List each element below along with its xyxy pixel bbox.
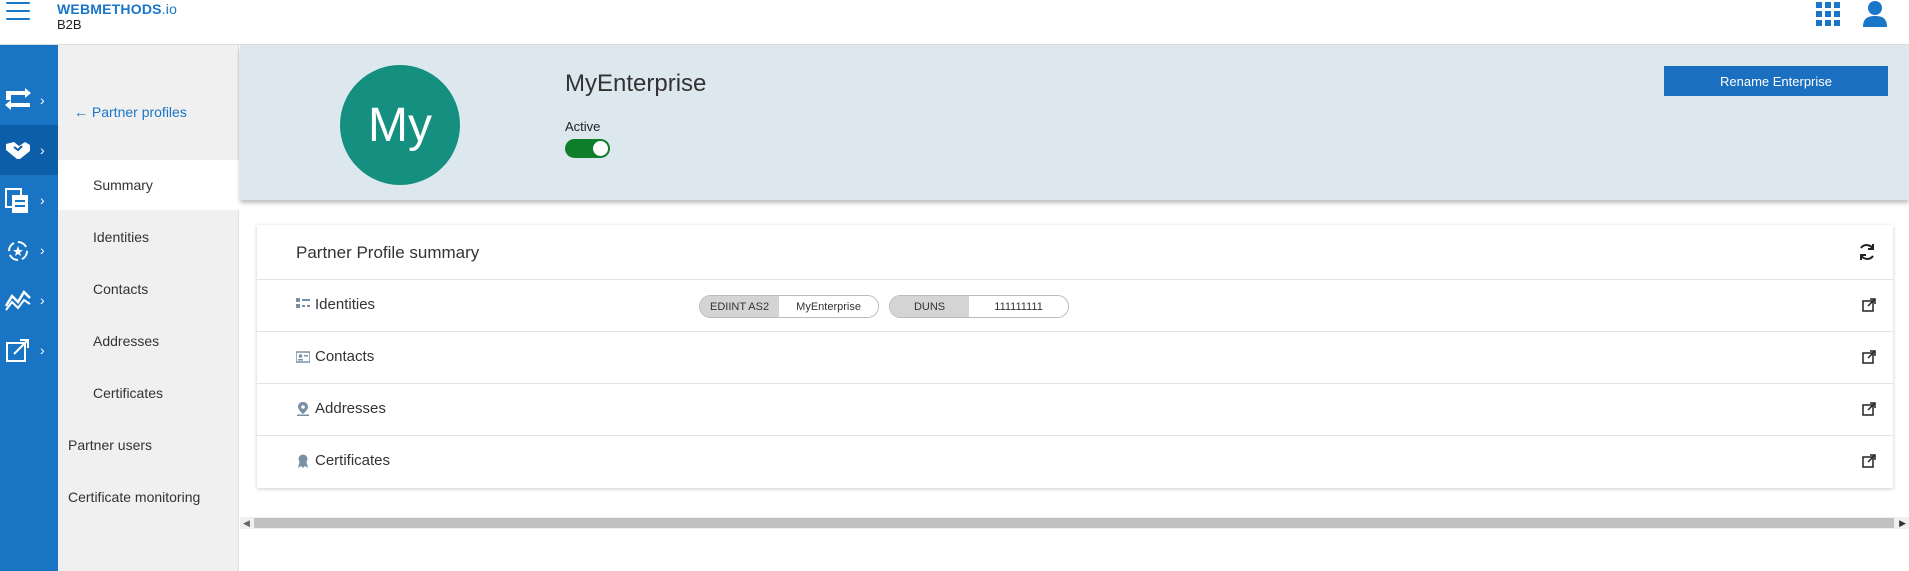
card-title: Partner Profile summary [296,243,480,262]
nav-integration-flow[interactable]: › [0,75,58,125]
brand-subtitle: B2B [57,17,82,32]
identities-icon [296,298,310,308]
brand-title: WEBMETHODS.io [57,1,178,17]
identity-value: MyEnterprise [779,296,878,317]
integration-flow-icon [5,88,31,110]
identity-type: DUNS [890,296,970,317]
nav-documents[interactable]: › [0,175,58,225]
subnav-item-partner-users[interactable]: Partner users [58,420,239,470]
primary-nav-rail: › › › › › › [0,45,58,571]
location-pin-icon [297,402,309,416]
nav-partners[interactable]: › [0,125,58,175]
subnav-item-addresses[interactable]: Addresses [58,316,239,366]
subnav-item-certificates[interactable]: Certificates [58,368,239,418]
identity-value: 111111111 [969,296,1068,317]
arrow-left-icon: ← [74,104,88,120]
horizontal-scrollbar[interactable]: ◀ ▶ [240,517,1909,529]
brand: WEBMETHODS.io B2B [57,1,177,32]
chevron-right-icon: › [40,342,45,358]
partner-profile-summary-card: Partner Profile summary Identities EDIIN… [257,225,1893,488]
enterprise-header: My MyEnterprise Active Rename Enterprise [240,45,1909,200]
chevron-right-icon: › [40,192,45,208]
subnav-item-certificate-monitoring[interactable]: Certificate monitoring [58,472,239,522]
refresh-icon[interactable] [1857,242,1877,262]
row-label: Certificates [315,452,391,469]
processing-rules-icon [8,241,28,261]
handshake-partners-icon [6,142,30,159]
chevron-right-icon: › [40,242,45,258]
identity-chip: DUNS 111111111 [889,295,1069,318]
status-label: Active [565,119,601,134]
summary-row-contacts: Contacts [257,332,1893,384]
monitoring-chart-icon [5,289,31,311]
row-label: Identities [315,296,376,313]
subnav-item-summary[interactable]: Summary [58,160,239,210]
open-external-icon[interactable] [1862,350,1876,364]
toggle-knob [593,141,608,156]
chevron-right-icon: › [40,292,45,308]
chevron-right-icon: › [40,142,45,158]
certificate-icon [298,454,308,468]
open-external-icon[interactable] [1862,454,1876,468]
identity-chip: EDIINT AS2 MyEnterprise [699,295,879,318]
rename-enterprise-button[interactable]: Rename Enterprise [1664,66,1888,96]
scroll-left-arrow[interactable]: ◀ [243,518,250,529]
open-external-icon[interactable] [1862,298,1876,312]
nav-processing-rules[interactable]: › [0,225,58,275]
external-link-admin-icon [6,339,29,362]
scrollbar-thumb[interactable] [254,518,1894,528]
card-header: Partner Profile summary [257,225,1893,280]
contact-card-icon [296,351,310,363]
secondary-nav: ← Partner profiles Summary Identities Co… [58,45,239,571]
summary-row-addresses: Addresses [257,384,1893,436]
summary-row-certificates: Certificates [257,436,1893,488]
scroll-right-arrow[interactable]: ▶ [1899,518,1906,529]
row-label: Contacts [315,348,375,365]
summary-row-identities: Identities EDIINT AS2 MyEnterprise DUNS … [257,280,1893,332]
chevron-right-icon: › [40,92,45,108]
nav-administration[interactable]: › [0,325,58,375]
back-to-partner-profiles-link[interactable]: ← Partner profiles [74,104,187,120]
user-profile-icon[interactable] [1862,0,1888,28]
documents-icon [5,188,28,213]
back-link-label: Partner profiles [91,104,187,120]
subnav-item-contacts[interactable]: Contacts [58,264,239,314]
app-switcher-icon[interactable] [1816,2,1840,26]
enterprise-avatar: My [340,65,460,185]
row-label: Addresses [315,400,386,417]
identity-type: EDIINT AS2 [700,296,780,317]
nav-monitoring[interactable]: › [0,275,58,325]
enterprise-name: MyEnterprise [565,70,707,97]
top-bar: WEBMETHODS.io B2B [0,0,1909,45]
open-external-icon[interactable] [1862,402,1876,416]
active-toggle[interactable] [565,139,610,158]
hamburger-menu-icon[interactable] [6,2,30,20]
subnav-item-identities[interactable]: Identities [58,212,239,262]
